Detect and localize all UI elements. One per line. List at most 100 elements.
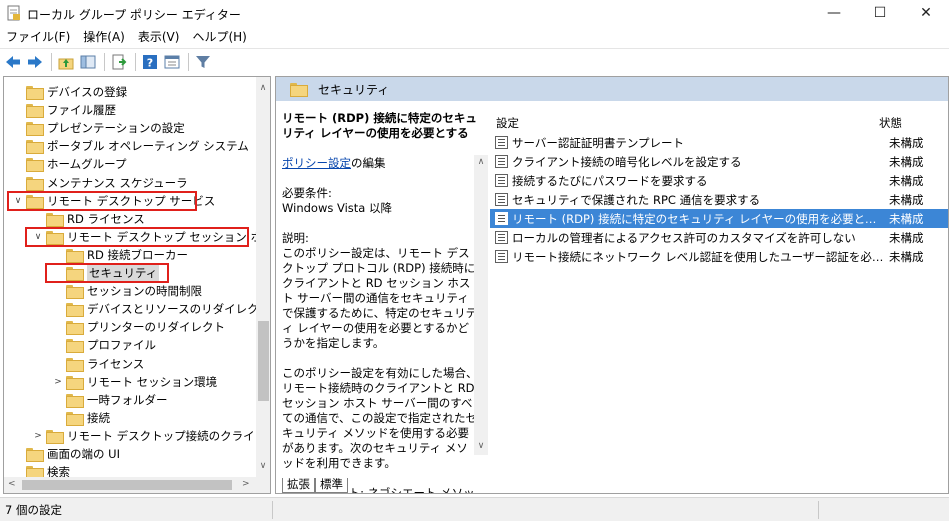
back-icon[interactable] [3,52,23,72]
tree-item[interactable]: ∨ リモート デスクトップ サービス [12,192,215,210]
tab-extended[interactable]: 拡張 [282,478,315,493]
setting-row[interactable]: クライアント接続の暗号化レベルを設定する 未構成 [490,152,948,171]
help-icon[interactable]: ? [140,52,160,72]
toolbar: ? [0,48,949,74]
policy-setting-icon [495,250,508,263]
menu-view[interactable]: 表示(V) [138,28,180,45]
setting-row[interactable]: セキュリティで保護された RPC 通信を要求する 未構成 [490,190,948,209]
policy-setting-icon [495,136,508,149]
expand-toggle-icon[interactable]: ∨ [12,196,24,206]
explanation: 説明: このポリシー設定は、リモート デスクトップ プロトコル (RDP) 接続時… [282,231,478,351]
tree-pane[interactable]: デバイスの登録ファイル履歴 プレゼンテーションの設定 ポータブル オペレーティング … [3,76,271,494]
details-pane: セキュリティ リモート (RDP) 接続に特定のセキュリティ レイヤーの使用を必… [275,76,949,494]
tree-item[interactable]: > リモート デスクトップ接続のクライアント [32,427,270,445]
explanation-label: 説明: [282,231,309,245]
expand-toggle-icon[interactable]: > [32,431,44,441]
tree-item[interactable]: RD ライセンス [32,210,145,228]
show-hide-tree-icon[interactable] [78,52,98,72]
expand-toggle-icon[interactable]: ∨ [32,232,44,242]
setting-state: 未構成 [889,211,924,226]
scroll-down-arrow[interactable]: ∨ [256,461,270,471]
edit-policy-link[interactable]: ポリシー設定 [282,156,351,170]
folder-icon [66,339,84,354]
setting-name: サーバー認証証明書テンプレート [512,135,685,150]
tree-item[interactable]: プリンターのリダイレクト [52,318,225,336]
scroll-up-arrow[interactable]: ∧ [474,157,488,167]
title-bar: ローカル グループ ポリシー エディター — ☐ ✕ [0,0,949,26]
toolbar-separator [135,52,136,71]
forward-icon[interactable] [25,52,45,72]
tree-item[interactable]: デバイスとリソースのリダイレクト [52,300,270,318]
scroll-thumb[interactable] [22,480,232,490]
menu-help[interactable]: ヘルプ(H) [192,28,246,45]
tab-standard[interactable]: 標準 [315,478,348,493]
properties-icon[interactable] [162,52,182,72]
tree-item-label: リモート デスクトップ サービス [47,193,216,208]
folder-icon [66,393,84,408]
tree-item[interactable]: ∨ リモート デスクトップ セッション ホスト [32,228,270,246]
policy-description: リモート (RDP) 接続に特定のセキュリティ レイヤーの使用を必要とする ポリ… [282,111,478,493]
folder-icon [66,357,84,372]
filter-icon[interactable] [193,52,213,72]
scroll-right-arrow[interactable]: > [242,479,250,489]
export-list-icon[interactable] [109,52,129,72]
scroll-down-arrow[interactable]: ∨ [474,441,488,451]
tree-item-label: RD 接続ブローカー [87,247,189,262]
tree-item[interactable]: ホームグループ [12,155,126,173]
tree-item[interactable]: 一時フォルダー [52,391,168,409]
setting-row[interactable]: リモート接続にネットワーク レベル認証を使用したユーザー認証を必要... 未構成 [490,247,948,266]
setting-row[interactable]: サーバー認証証明書テンプレート 未構成 [490,133,948,152]
tree-item[interactable]: > リモート セッション環境 [52,373,217,391]
setting-name: 接続するたびにパスワードを要求する [512,173,708,188]
maximize-button[interactable]: ☐ [857,0,903,26]
category-title: セキュリティ [318,82,390,97]
scroll-up-arrow[interactable]: ∧ [256,83,270,93]
tree-horizontal-scrollbar[interactable]: < > [4,477,270,493]
scroll-left-arrow[interactable]: < [8,479,16,489]
setting-row[interactable]: リモート (RDP) 接続に特定のセキュリティ レイヤーの使用を必要とする 未構成 [490,209,948,228]
tree-item[interactable]: セキュリティ [52,264,160,282]
tree-item[interactable]: セッションの時間制限 [52,282,202,300]
tree-item-label: デバイスの登録 [47,85,128,99]
tree-item[interactable]: ポータブル オペレーティング システム [12,137,249,155]
up-folder-icon[interactable] [56,52,76,72]
menu-action[interactable]: 操作(A) [83,28,125,45]
status-text: 7 個の設定 [5,502,62,517]
folder-icon [46,429,64,444]
setting-row[interactable]: 接続するたびにパスワードを要求する 未構成 [490,171,948,190]
column-state[interactable]: 状態 [879,115,902,131]
tree-item[interactable]: デバイスの登録 [12,83,127,101]
toolbar-separator [104,52,105,71]
folder-icon [26,194,44,209]
setting-state: 未構成 [889,192,924,207]
minimize-button[interactable]: — [811,0,857,26]
description-scrollbar[interactable]: ∧ ∨ [474,155,488,455]
tree-item-label: RD ライセンス [67,211,145,226]
setting-row[interactable]: ローカルの管理者によるアクセス許可のカスタマイズを許可しない 未構成 [490,228,948,247]
tree-item[interactable]: 画面の端の UI [12,445,120,463]
tree-item[interactable]: プロファイル [52,336,156,354]
column-setting[interactable]: 設定 [496,115,519,131]
setting-state: 未構成 [889,230,924,245]
tree-item[interactable]: メンテナンス スケジューラ [12,174,188,192]
menu-file[interactable]: ファイル(F) [6,28,70,45]
tree-item[interactable]: ライセンス [52,355,144,373]
folder-icon [66,411,84,426]
status-divider [818,501,819,519]
requirements-value: Windows Vista 以降 [282,201,393,215]
explanation-text-1: このポリシー設定は、リモート デスクトップ プロトコル (RDP) 接続時にクラ… [282,246,478,350]
folder-icon [26,104,44,119]
policy-setting-icon [495,193,508,206]
tree-item[interactable]: プレゼンテーションの設定 [12,119,185,137]
tree-item-label: セキュリティ [87,265,160,281]
setting-name: クライアント接続の暗号化レベルを設定する [512,154,742,169]
tree-scrollbar[interactable]: ∧ ∨ [256,77,270,477]
scroll-thumb[interactable] [258,321,269,401]
tree-item[interactable]: ファイル履歴 [12,101,116,119]
setting-state: 未構成 [889,135,924,150]
expand-toggle-icon[interactable]: > [52,377,64,387]
tree-item-label: 接続 [87,410,110,425]
close-button[interactable]: ✕ [903,0,949,26]
tree-item[interactable]: RD 接続ブローカー [52,246,188,264]
tree-item[interactable]: 接続 [52,409,110,427]
